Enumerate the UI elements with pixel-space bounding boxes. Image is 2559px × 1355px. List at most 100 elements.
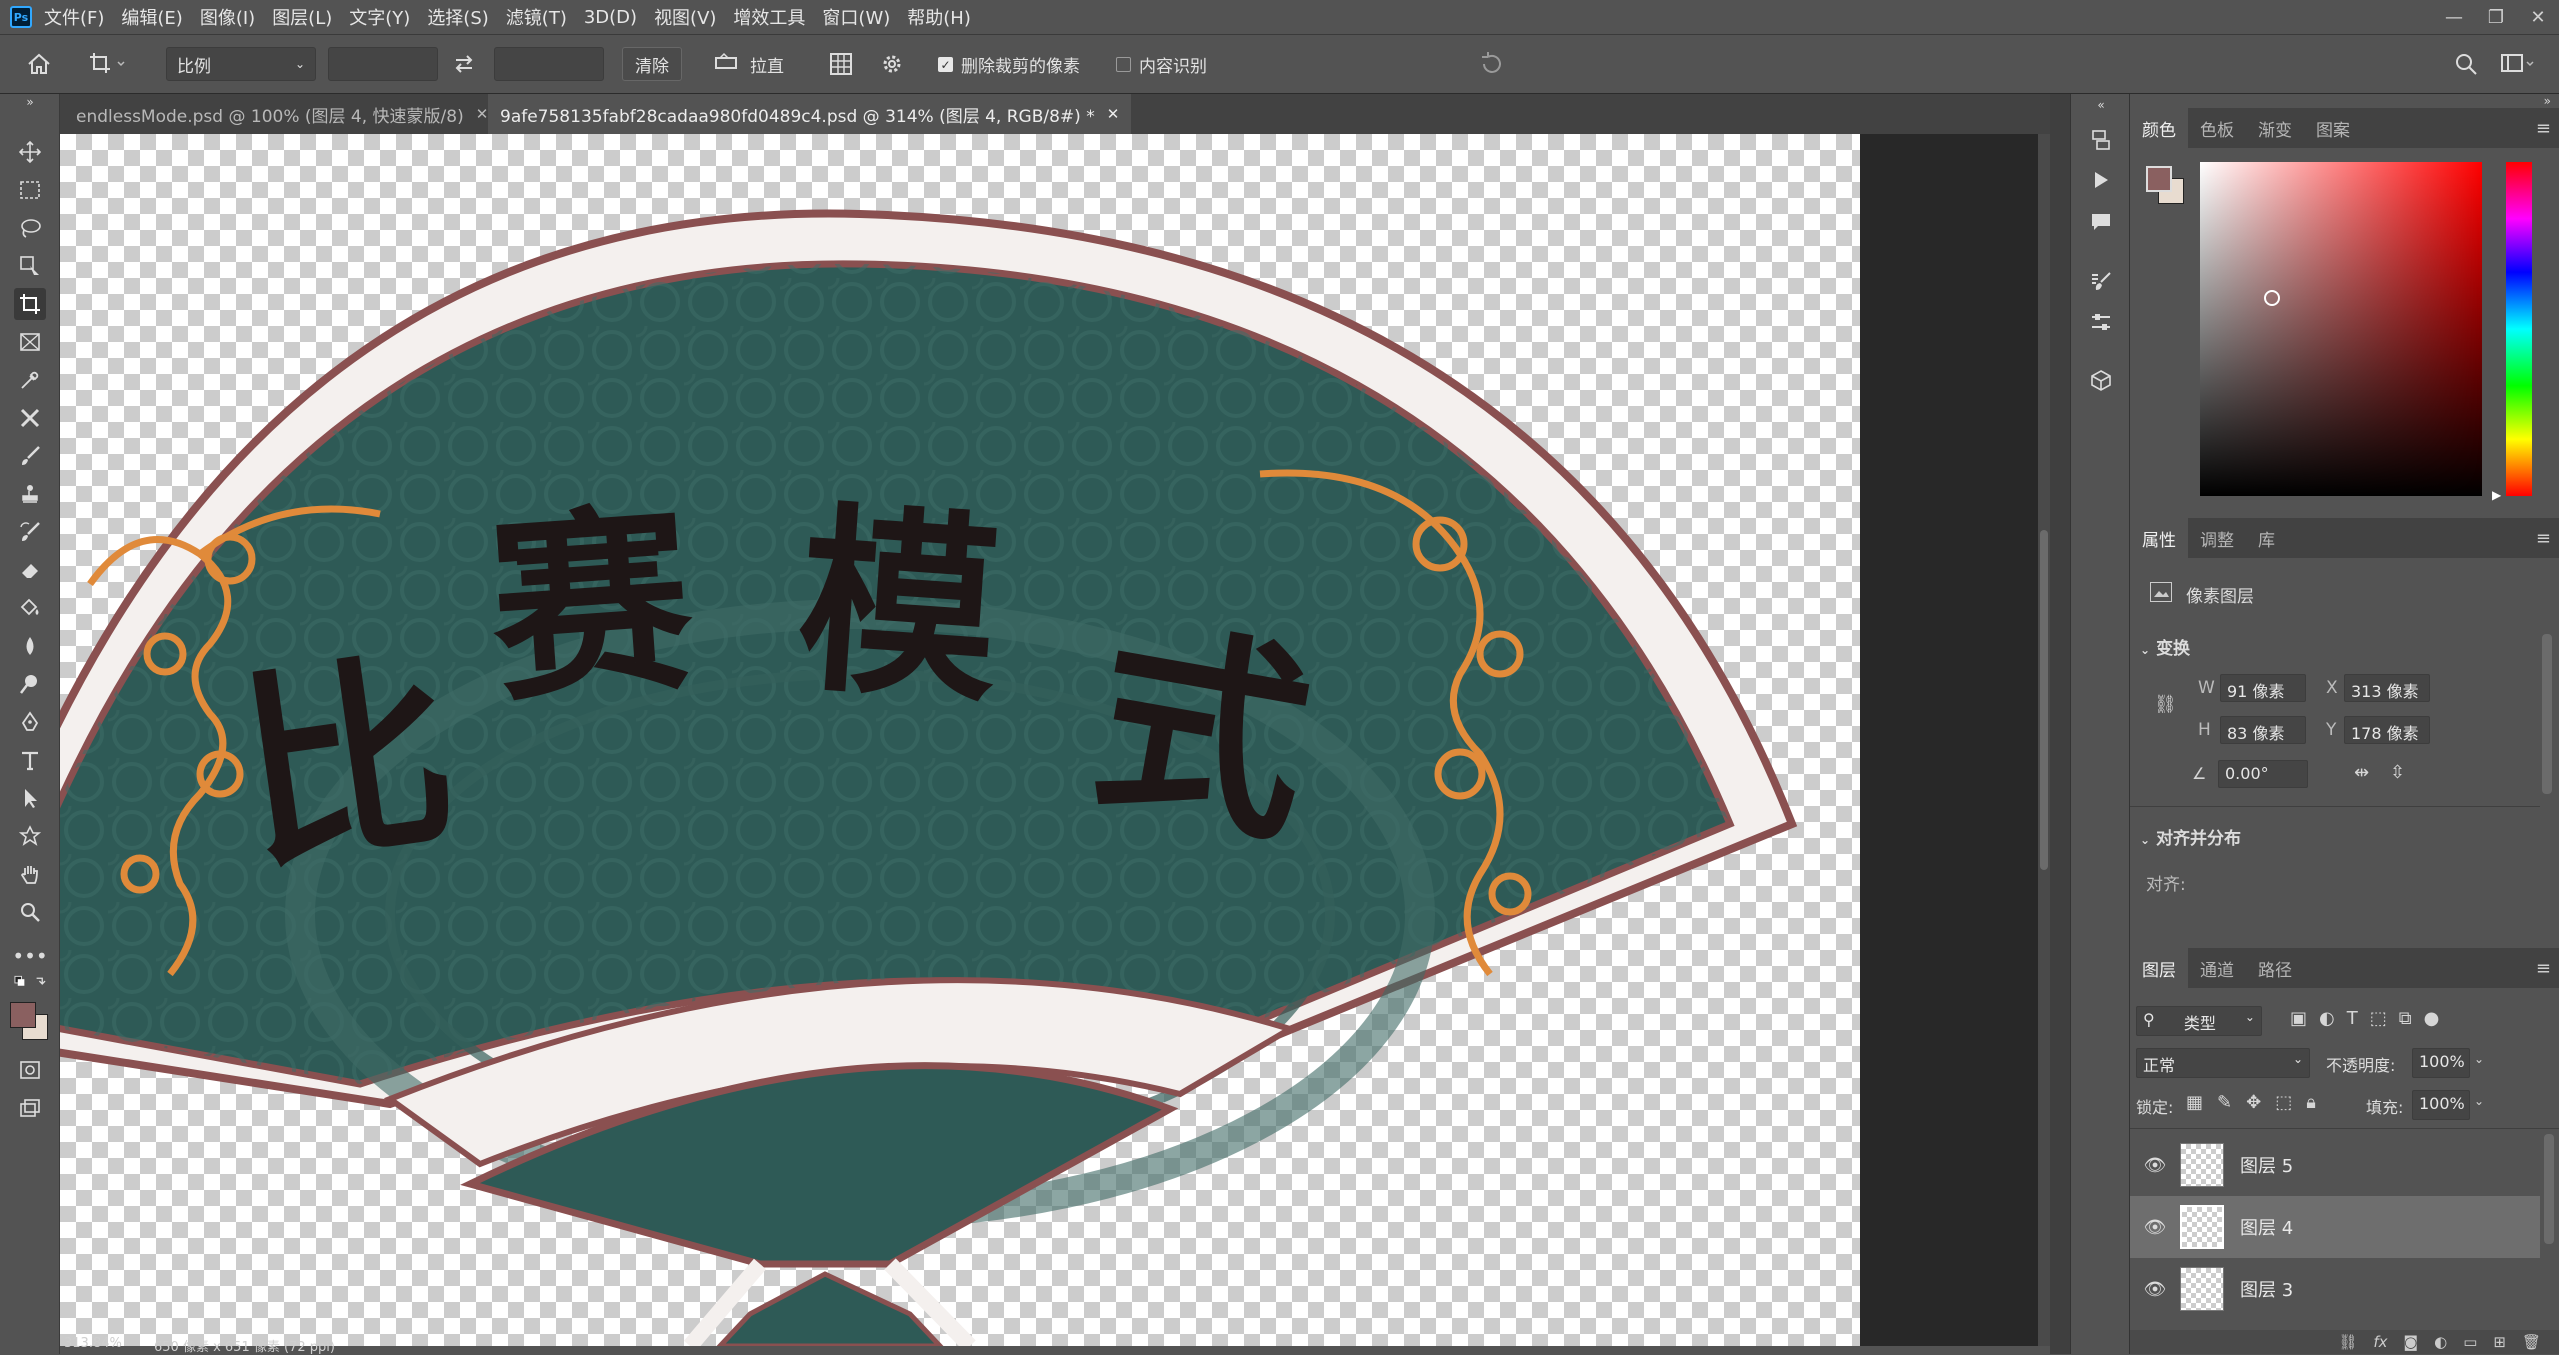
menu-3d[interactable]: 3D(D) [584,7,637,28]
visibility-eye-icon[interactable]: 👁︎ [2130,1217,2180,1238]
tab-libraries[interactable]: 库 [2246,518,2287,558]
clone-stamp-tool-icon[interactable] [14,478,46,510]
layers-scrollbar-thumb[interactable] [2544,1134,2554,1244]
comments-icon[interactable] [2085,206,2117,238]
blend-mode-select[interactable]: 正常 ⌄ [2136,1048,2310,1078]
angle-field[interactable]: 0.00° [2218,760,2308,788]
new-adjustment-icon[interactable]: ◐ [2434,1333,2447,1351]
history-icon[interactable] [2085,124,2117,156]
zoom-tool-icon[interactable] [14,896,46,928]
eyedropper-tool-icon[interactable] [14,364,46,396]
trash-icon[interactable]: 🗑︎ [2522,1333,2541,1351]
new-group-folder-icon[interactable]: ▭ [2463,1333,2477,1351]
healing-brush-tool-icon[interactable] [14,402,46,434]
color-picker-cursor[interactable] [2264,290,2280,306]
foreground-color-swatch[interactable] [10,1002,36,1028]
tab-layers[interactable]: 图层 [2130,948,2188,988]
content-aware-checkbox[interactable]: 内容识别 [1116,47,1207,81]
dodge-tool-icon[interactable] [14,668,46,700]
minimize-button[interactable]: — [2433,7,2475,28]
link-dimensions-icon[interactable]: ⛓ [2154,694,2177,715]
filter-adjustment-icon[interactable]: ◐ [2319,1008,2335,1029]
straighten-button[interactable]: 拉直 [714,47,784,81]
panel-menu-icon[interactable]: ≡ [2536,958,2551,979]
menu-window[interactable]: 窗口(W) [822,4,890,30]
zoom-readout[interactable]: 313.84% [64,1336,122,1351]
flip-vertical-icon[interactable]: ⇳ [2390,762,2405,783]
menu-file[interactable]: 文件(F) [44,4,104,30]
menu-filter[interactable]: 滤镜(T) [506,4,567,30]
menu-help[interactable]: 帮助(H) [907,4,971,30]
marquee-tool-icon[interactable] [14,174,46,206]
x-field[interactable]: 313 像素 [2344,674,2430,702]
search-icon[interactable] [2454,47,2478,81]
play-actions-icon[interactable] [2085,164,2117,196]
clear-button[interactable]: 清除 [622,47,682,81]
custom-shape-tool-icon[interactable] [14,820,46,852]
lock-artboard-icon[interactable]: ⬚ [2275,1092,2292,1113]
properties-scrollbar-thumb[interactable] [2542,634,2552,794]
tab-adjustments[interactable]: 调整 [2188,518,2246,558]
object-selection-tool-icon[interactable] [14,250,46,282]
close-window-button[interactable]: ✕ [2517,7,2559,28]
lock-all-icon[interactable]: 🔒︎ [2306,1092,2316,1113]
tab-color[interactable]: 颜色 [2130,108,2188,148]
scrollbar-thumb[interactable] [2040,530,2048,870]
layer-name[interactable]: 图层 5 [2240,1152,2293,1178]
frame-tool-icon[interactable] [14,326,46,358]
close-tab-icon[interactable]: ✕ [1107,105,1120,123]
panel-menu-icon[interactable]: ≡ [2536,528,2551,549]
blur-tool-icon[interactable] [14,630,46,662]
tab-channels[interactable]: 通道 [2188,948,2246,988]
width-field[interactable]: 91 像素 [2220,674,2306,702]
lock-position-icon[interactable]: ✥ [2246,1092,2261,1113]
menu-image[interactable]: 图像(I) [200,4,255,30]
swap-dimensions-icon[interactable] [452,47,476,81]
expand-panels-icon[interactable]: « [2085,98,2117,112]
document-canvas[interactable]: 比 赛 模 式 [60,134,1860,1346]
layer-row[interactable]: 👁︎ 图层 5 [2130,1134,2540,1196]
layer-name[interactable]: 图层 4 [2240,1214,2293,1240]
lock-pixels-icon[interactable]: ✎ [2217,1092,2232,1113]
more-tools-icon[interactable]: ••• [12,940,47,972]
menu-select[interactable]: 选择(S) [427,4,488,30]
lock-transparency-icon[interactable]: ▦ [2186,1092,2203,1113]
tab-patterns[interactable]: 图案 [2304,108,2362,148]
hue-slider-marker[interactable]: ▶ [2492,488,2501,502]
filter-smart-object-icon[interactable]: ⧉ [2399,1008,2412,1029]
layer-filter-select[interactable]: ⚲ 类型 ⌄ [2136,1006,2262,1036]
filter-pixel-icon[interactable]: ▣ [2290,1008,2307,1029]
tab-paths[interactable]: 路径 [2246,948,2304,988]
swap-colors-icon[interactable] [14,974,46,990]
color-panel-foreground-swatch[interactable] [2146,166,2172,192]
delete-cropped-pixels-checkbox[interactable]: ✓ 删除裁剪的像素 [938,47,1080,81]
menu-layer[interactable]: 图层(L) [272,4,332,30]
tab-active-document[interactable]: 9afe758135fabf28cadaa980fd0489c4.psd @ 3… [488,94,1132,134]
panel-menu-icon[interactable]: ≡ [2536,118,2551,139]
home-icon[interactable] [26,47,52,81]
y-field[interactable]: 178 像素 [2344,716,2430,744]
menu-plugins[interactable]: 增效工具 [733,4,805,30]
opacity-field[interactable]: 100% [2412,1048,2470,1078]
brush-tool-icon[interactable] [14,440,46,472]
chevron-down-icon[interactable]: ⌄ [2474,1094,2484,1108]
move-tool-icon[interactable] [14,136,46,168]
menu-view[interactable]: 视图(V) [654,4,716,30]
lasso-tool-icon[interactable] [14,212,46,244]
pen-tool-icon[interactable] [14,706,46,738]
menu-edit[interactable]: 编辑(E) [121,4,182,30]
crop-settings-gear-icon[interactable] [880,47,904,81]
layer-row-selected[interactable]: 👁︎ 图层 4 [2130,1196,2540,1258]
layer-row[interactable]: 👁︎ 图层 3 [2130,1258,2540,1320]
close-tab-icon[interactable]: ✕ [476,105,489,123]
3d-cube-icon[interactable] [2085,364,2117,396]
history-brush-tool-icon[interactable] [14,516,46,548]
flip-horizontal-icon[interactable]: ⇹ [2354,762,2369,783]
transform-section[interactable]: ⌄ 变换 [2140,634,2190,659]
crop-tool-icon[interactable] [14,288,46,320]
collapse-toolbar-icon[interactable]: » [14,94,46,110]
paint-bucket-tool-icon[interactable] [14,592,46,624]
hue-slider[interactable] [2506,162,2532,496]
height-field[interactable]: 83 像素 [2220,716,2306,744]
type-tool-icon[interactable] [14,744,46,776]
